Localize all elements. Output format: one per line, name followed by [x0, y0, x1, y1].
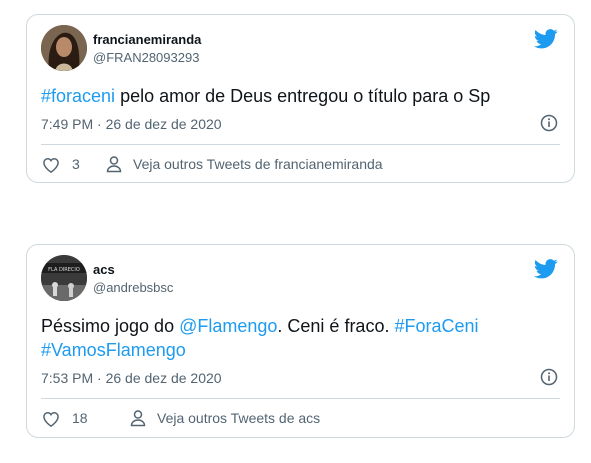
user-handle[interactable]: @FRAN28093293 [93, 49, 201, 66]
avatar-text: FLA DIRECIO [48, 267, 80, 273]
person-icon[interactable] [105, 155, 123, 173]
tweet-header: FLA DIRECIO acs @andrebsbsc [41, 255, 560, 303]
tweet-card[interactable]: francianemiranda @FRAN28093293 #foraceni… [26, 14, 575, 183]
heart-icon[interactable] [41, 409, 61, 429]
display-name[interactable]: francianemiranda [93, 32, 201, 48]
twitter-bird-icon[interactable] [534, 29, 558, 49]
info-icon[interactable] [540, 368, 558, 386]
tweet-actions: 3 Veja outros Tweets de francianemiranda [41, 154, 560, 176]
info-icon[interactable] [540, 114, 558, 132]
more-tweets-link[interactable]: Veja outros Tweets de francianemiranda [133, 156, 383, 172]
hashtag-link[interactable]: #ForaCeni [394, 316, 478, 336]
tweet-timestamp[interactable]: 7:53 PM · 26 de dez de 2020 [41, 369, 222, 387]
tweet-header: francianemiranda @FRAN28093293 [41, 25, 560, 73]
hashtag-link[interactable]: #foraceni [41, 86, 115, 106]
divider [41, 144, 560, 145]
avatar[interactable]: FLA DIRECIO [41, 255, 87, 301]
author-names[interactable]: acs @andrebsbsc [93, 262, 173, 296]
tweet-text-segment: Péssimo jogo do [41, 316, 180, 336]
hashtag-link[interactable]: #VamosFlamengo [41, 340, 186, 360]
tweet-card[interactable]: FLA DIRECIO acs @andrebsbsc Péssimo jogo… [26, 244, 575, 438]
mention-link[interactable]: @Flamengo [179, 316, 277, 336]
tweet-text: Péssimo jogo do @Flamengo. Ceni é fraco.… [41, 314, 554, 362]
heart-icon[interactable] [41, 155, 61, 175]
author-names[interactable]: francianemiranda @FRAN28093293 [93, 32, 201, 66]
tweet-timestamp[interactable]: 7:49 PM · 26 de dez de 2020 [41, 115, 222, 133]
avatar[interactable] [41, 25, 87, 71]
tweet-text-segment: . Ceni é fraco. [277, 316, 395, 336]
tweet-text: #foraceni pelo amor de Deus entregou o t… [41, 84, 554, 108]
person-icon[interactable] [129, 409, 147, 427]
twitter-bird-icon[interactable] [534, 259, 558, 279]
tweet-actions: 18 Veja outros Tweets de acs [41, 408, 560, 430]
user-handle[interactable]: @andrebsbsc [93, 279, 173, 296]
divider [41, 398, 560, 399]
tweet-text-segment: pelo amor de Deus entregou o título para… [115, 86, 491, 106]
like-count[interactable]: 3 [72, 156, 80, 172]
display-name[interactable]: acs [93, 262, 173, 278]
like-count[interactable]: 18 [72, 410, 88, 426]
more-tweets-link[interactable]: Veja outros Tweets de acs [157, 410, 320, 426]
